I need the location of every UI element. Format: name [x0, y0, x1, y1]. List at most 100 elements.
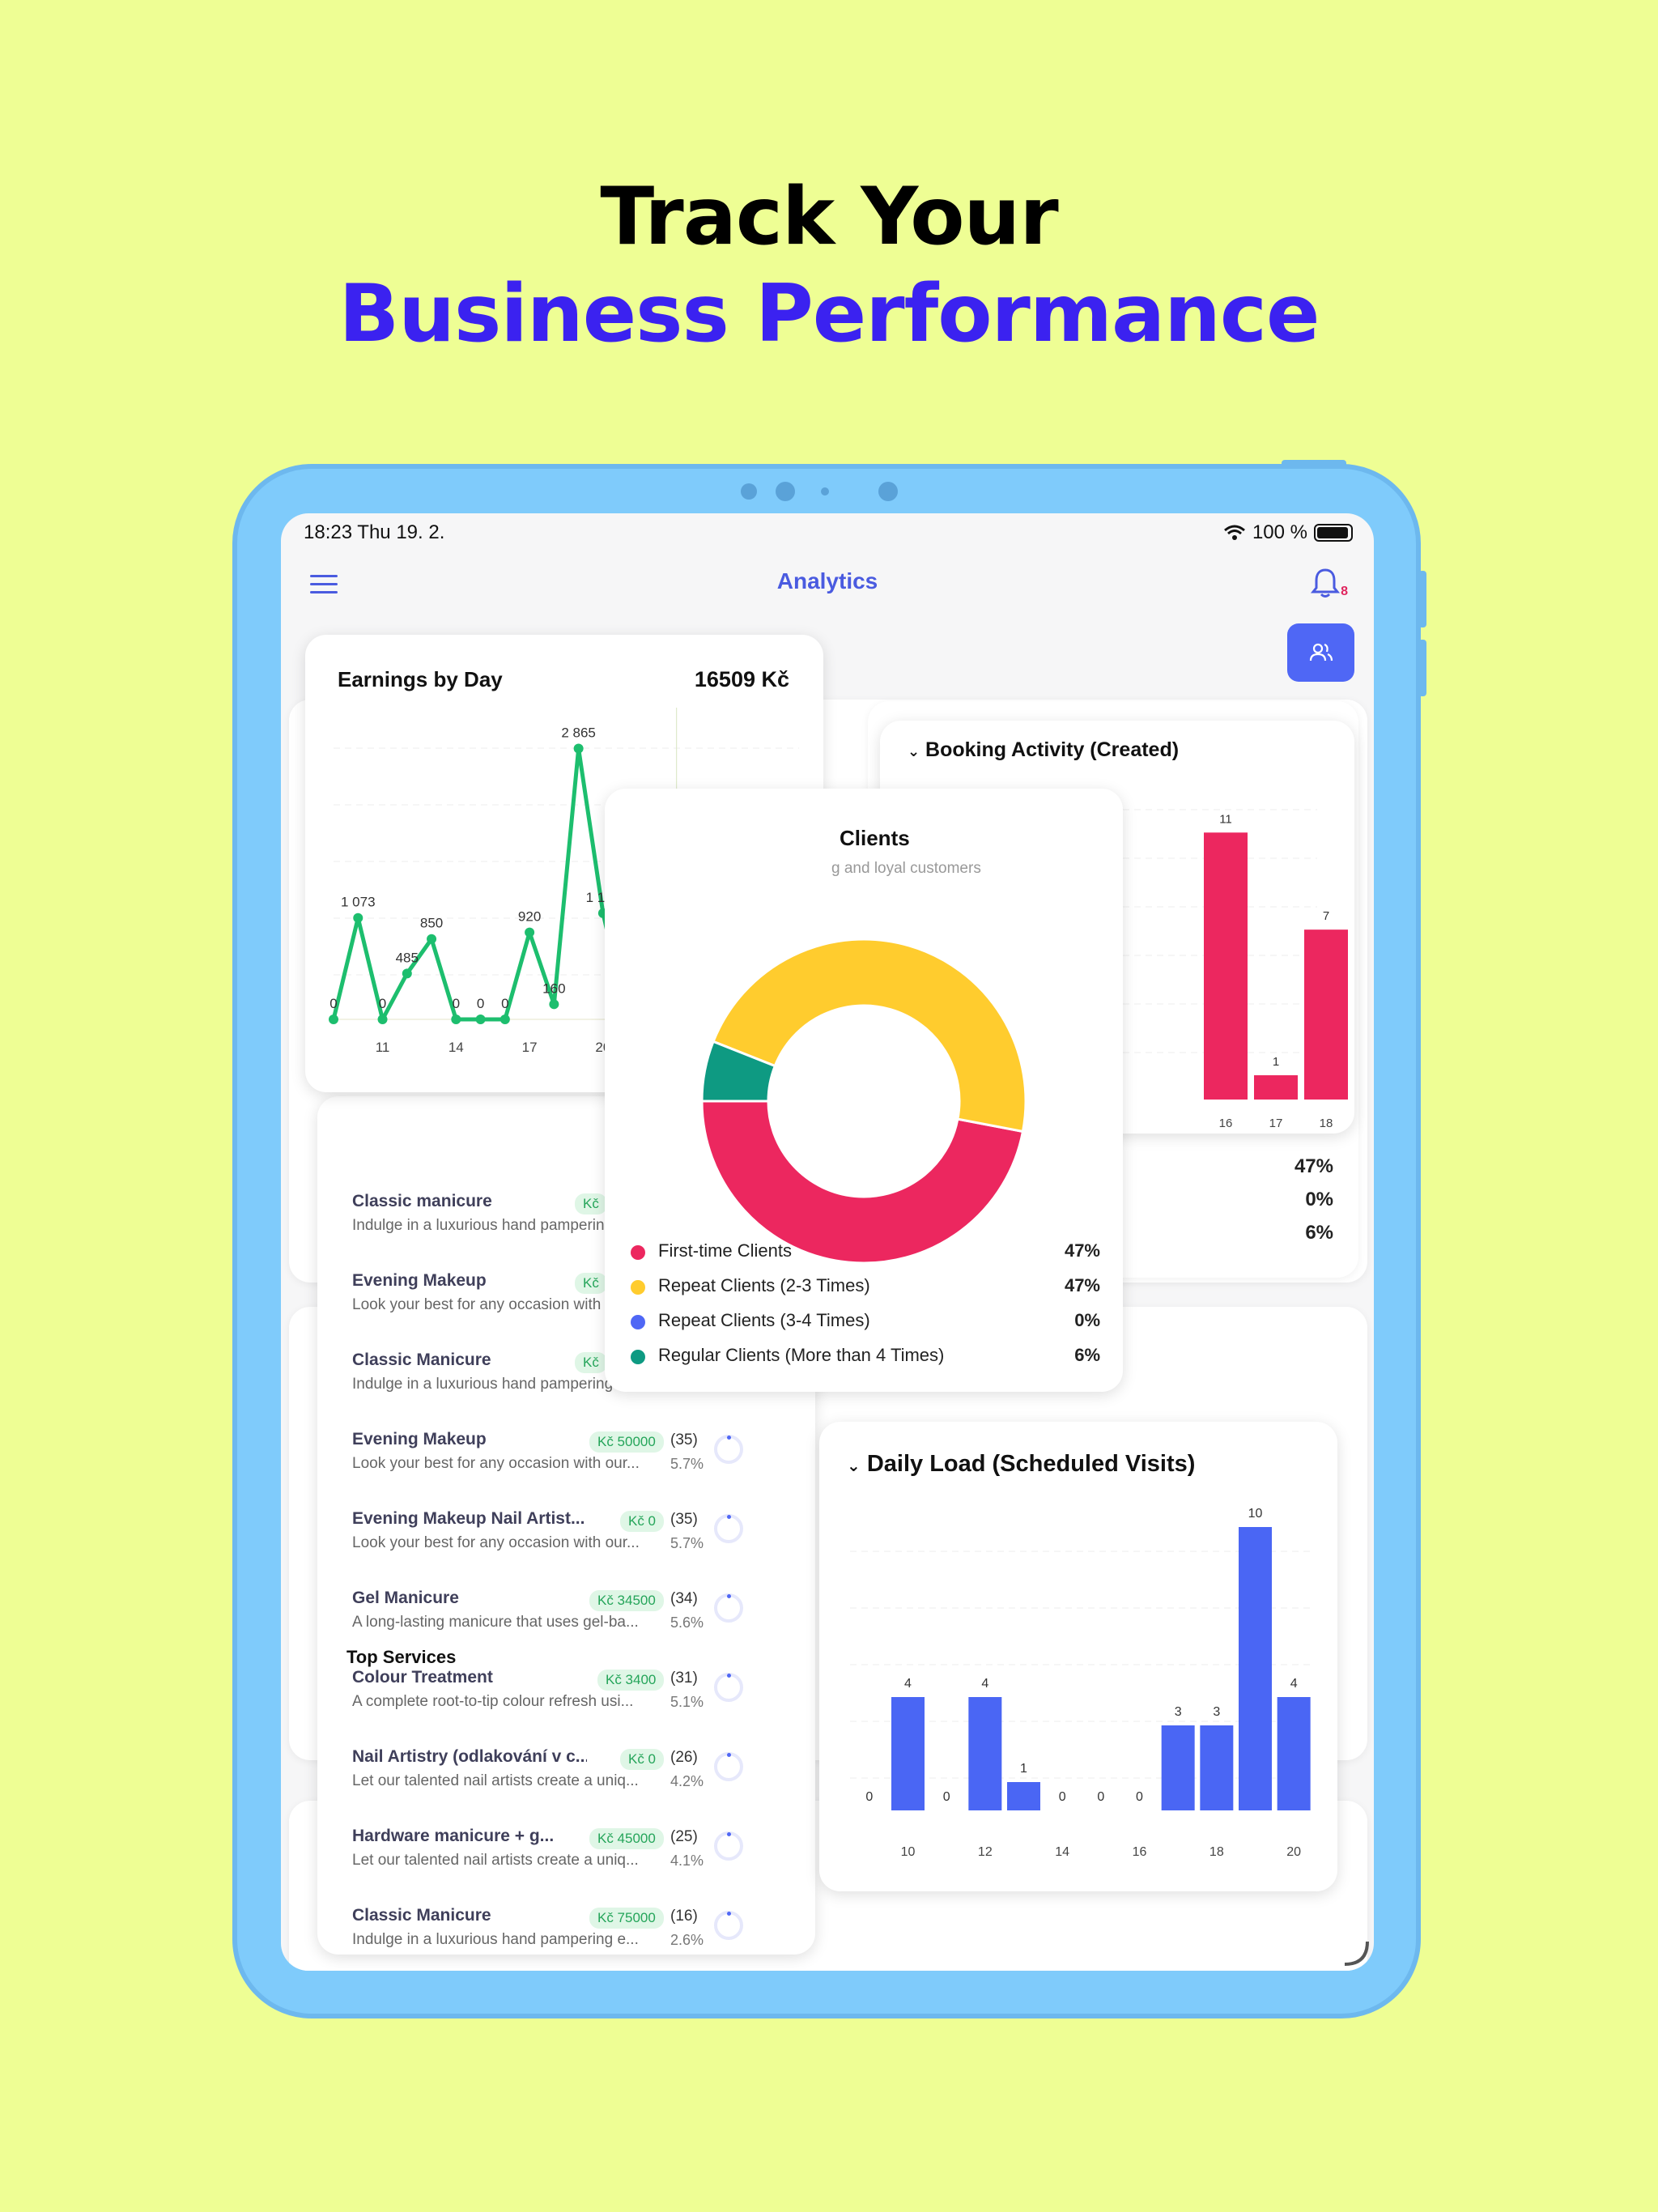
x-tick-label: 14 [1055, 1845, 1069, 1859]
service-row[interactable]: Nail Artistry (odlakování v c... Let our… [352, 1747, 743, 1827]
bar [1200, 1725, 1234, 1810]
service-percentage: 5.7% [670, 1535, 704, 1551]
data-point [402, 968, 412, 979]
x-tick-label: 16 [1133, 1845, 1147, 1859]
data-label: 0 [379, 996, 386, 1011]
camera-dot [741, 483, 757, 500]
camera-sensor [821, 487, 829, 496]
service-booking-count: (31) [670, 1670, 698, 1687]
progress-ring-icon [714, 1593, 743, 1623]
x-tick-label: 10 [901, 1845, 916, 1859]
booking-stat-value: 6% [1305, 1222, 1333, 1244]
hero-line-1: Track Your [600, 171, 1058, 263]
x-tick-label: 17 [522, 1040, 538, 1055]
legend-value: 0% [1074, 1310, 1100, 1330]
x-tick-label: 17 [1269, 1117, 1283, 1130]
data-point [475, 1015, 486, 1024]
data-point [549, 999, 559, 1010]
progress-ring-icon [714, 1514, 743, 1543]
service-description: Look your best for any occasion with our… [352, 1534, 640, 1551]
data-point [451, 1015, 461, 1024]
service-description: Indulge in a luxurious hand pampering e.… [352, 1931, 639, 1948]
legend-row: Repeat Clients (3-4 Times) 0% [631, 1308, 1100, 1336]
service-name: Classic Manicure [352, 1906, 491, 1925]
bar [1239, 1527, 1272, 1810]
service-price-badge: Kč 75000 [589, 1908, 664, 1929]
service-row[interactable]: Colour Treatment A complete root-to-tip … [352, 1668, 743, 1747]
service-price-badge: Kč [575, 1193, 607, 1214]
bar [1007, 1782, 1040, 1810]
data-point [427, 934, 437, 944]
bar [1204, 832, 1248, 1100]
service-price-badge: Kč 50000 [589, 1431, 664, 1453]
bar [968, 1697, 1002, 1810]
bar-value-label: 3 [1175, 1705, 1182, 1719]
service-name: Classic Manicure [352, 1351, 491, 1369]
progress-ring-icon [714, 1673, 743, 1702]
x-tick-label: 20 [1286, 1845, 1301, 1859]
legend-row: First-time Clients 47% [631, 1239, 1100, 1266]
service-description: Look your best for any occasion with our… [352, 1455, 640, 1472]
x-tick-label: 14 [449, 1040, 464, 1055]
service-row[interactable]: Hardware manicure + g... Let our talente… [352, 1827, 743, 1906]
bar-value-label: 3 [1213, 1705, 1220, 1719]
service-booking-count: (26) [670, 1749, 698, 1766]
service-percentage: 5.7% [670, 1456, 704, 1472]
service-booking-count: (35) [670, 1511, 698, 1528]
service-row[interactable]: Evening Makeup Look your best for any oc… [352, 1430, 743, 1509]
notification-badge: 8 [1341, 585, 1348, 598]
data-label: 920 [518, 909, 541, 925]
bar-value-label: 11 [1219, 812, 1232, 826]
bar [1277, 1697, 1311, 1810]
data-label: 2 865 [561, 725, 596, 740]
service-description: Let our talented nail artists create a u… [352, 1772, 639, 1789]
progress-ring-icon [714, 1831, 743, 1861]
resize-handle-icon[interactable] [1341, 1938, 1371, 1967]
data-label: 0 [453, 996, 460, 1011]
progress-ring-icon [714, 1435, 743, 1464]
service-row[interactable]: Classic Manicure Indulge in a luxurious … [352, 1906, 743, 1971]
status-bar: 18:23 Thu 19. 2. 100 % [281, 513, 1374, 551]
clients-card: Clients g and loyal customers First-time… [605, 789, 1123, 1392]
service-booking-count: (34) [670, 1590, 698, 1607]
data-point [525, 927, 535, 938]
bar-value-label: 10 [1248, 1507, 1263, 1521]
users-icon [1309, 643, 1333, 661]
nav-bar: Analytics 8 [281, 551, 1374, 615]
data-point [353, 912, 363, 923]
service-description: A long-lasting manicure that uses gel-ba… [352, 1614, 639, 1631]
service-row[interactable]: Gel Manicure A long-lasting manicure tha… [352, 1589, 743, 1668]
bar-value-label: 4 [981, 1677, 988, 1691]
legend-label: Repeat Clients (2-3 Times) [658, 1275, 870, 1295]
daily-load-card: ⌄ Daily Load (Scheduled Visits) 04041000… [819, 1422, 1337, 1891]
clients-button[interactable] [1287, 623, 1354, 682]
service-name: Gel Manicure [352, 1589, 459, 1607]
data-label: 0 [329, 996, 337, 1011]
hero-line-2: Business Performance [338, 268, 1320, 360]
status-time: 18:23 Thu 19. 2. [304, 521, 445, 543]
bar-value-label: 4 [1290, 1677, 1298, 1691]
camera-lens [776, 482, 795, 501]
x-tick-label: 18 [1320, 1117, 1333, 1130]
wifi-icon [1223, 525, 1245, 540]
bar-value-label: 0 [865, 1790, 873, 1804]
service-price-badge: Kč 0 [620, 1511, 665, 1532]
clients-donut-chart [700, 938, 1027, 1265]
service-row[interactable]: Evening Makeup Nail Artist... Look your … [352, 1509, 743, 1589]
bell-icon[interactable] [1311, 567, 1340, 599]
legend-label: First-time Clients [658, 1240, 793, 1261]
legend-row: Repeat Clients (2-3 Times) 47% [631, 1274, 1100, 1301]
service-price-badge: Kč 0 [620, 1749, 665, 1770]
service-price-badge: Kč 3400 [597, 1670, 665, 1691]
service-name: Evening Makeup [352, 1430, 487, 1448]
battery-percent: 100 % [1252, 521, 1307, 543]
service-percentage: 5.1% [670, 1694, 704, 1710]
data-label: 485 [396, 950, 419, 965]
service-booking-count: (16) [670, 1908, 698, 1925]
battery-icon [1314, 524, 1353, 542]
service-booking-count: (35) [670, 1431, 698, 1448]
service-name: Evening Makeup [352, 1271, 487, 1290]
bar [1304, 929, 1348, 1100]
x-tick-label: 12 [978, 1845, 993, 1859]
service-percentage: 5.6% [670, 1614, 704, 1631]
